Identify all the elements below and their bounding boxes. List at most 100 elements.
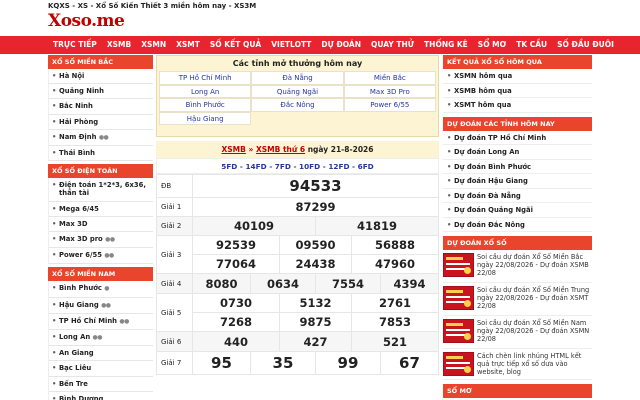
breadcrumb-weekday-link[interactable]: XSMB thứ 6 [256, 145, 305, 154]
nav-truc-tiep[interactable]: TRỰC TIẾP [48, 36, 102, 54]
prediction-link[interactable]: Dự đoán Hậu Giang [443, 174, 592, 189]
yesterday-xsmn-link[interactable]: XSMN hôm qua [443, 69, 592, 84]
news-item[interactable]: Soi cầu dự đoán Xổ Số Miền Nam ngày 22/0… [443, 316, 592, 349]
sidebar-item-bac-lieu[interactable]: Bạc Liêu [49, 361, 153, 377]
province-link[interactable]: TP Hồ Chí Minh [159, 71, 252, 85]
prize-number: 77064 [192, 254, 280, 274]
prize-number: 99 [314, 351, 381, 375]
news-title: Soi cầu dự đoán Xổ Số Miền Trung ngày 22… [477, 286, 590, 311]
table-row: Giải 7 95 35 99 67 [156, 351, 439, 375]
sidebar-item-label: Power 6/55 [59, 251, 102, 260]
prize-number: 7853 [350, 312, 439, 332]
sidebar-item-hai-phong[interactable]: Hải Phòng [49, 115, 153, 130]
prediction-link[interactable]: Dự đoán Đắc Nông [443, 218, 592, 232]
prize-number: 7554 [314, 273, 381, 294]
main-content: Các tỉnh mở thưởng hôm nay TP Hồ Chí Min… [156, 55, 439, 400]
lottery-prediction-heading[interactable]: DỰ ĐOÁN XỔ SỐ [443, 236, 592, 250]
yesterday-results-heading[interactable]: KẾT QUẢ XỔ SỐ HÔM QUA [443, 55, 592, 69]
sidebar-item-max3d[interactable]: Max 3D [49, 217, 153, 233]
province-link[interactable]: Long An [159, 84, 252, 98]
sidebar-item-ha-noi[interactable]: Hà Nội [49, 69, 153, 85]
prediction-link[interactable]: Dự đoán Đà Nẵng [443, 189, 592, 203]
prize-number: 40109 [192, 216, 316, 236]
province-link[interactable]: Đắc Nông [251, 98, 344, 112]
prize-number: 8080 [192, 273, 251, 294]
sidebar-item-ben-tre[interactable]: Bến Tre [49, 377, 153, 392]
province-link[interactable]: Power 6/55 [343, 98, 436, 112]
prize-number: 4394 [379, 273, 439, 294]
sidebar-item-binh-duong[interactable]: Bình Dương [49, 392, 153, 400]
prediction-link[interactable]: Dự đoán Quảng Ngãi [443, 203, 592, 218]
sidebar-item-max3d-pro[interactable]: Max 3D pro ●● [49, 232, 153, 249]
province-link[interactable]: Đà Nẵng [251, 71, 344, 85]
news-thumbnail-icon [443, 352, 474, 376]
prize-number: 0730 [192, 293, 280, 313]
sidebar-item-thai-binh[interactable]: Thái Bình [49, 146, 153, 162]
sidebar-heading-dien-toan[interactable]: XỔ SỐ ĐIỆN TOÁN [48, 164, 153, 179]
sidebar-item-mega[interactable]: Mega 6/45 [49, 202, 153, 217]
prediction-link[interactable]: Dự đoán Bình Phước [443, 160, 592, 174]
news-item[interactable]: Soi cầu dự đoán Xổ Số Miền Trung ngày 22… [443, 283, 592, 316]
prize-label: Giải 3 [156, 235, 193, 274]
site-logo[interactable]: Xoso.me [48, 11, 125, 31]
yesterday-xsmb-link[interactable]: XSMB hôm qua [443, 84, 592, 98]
sidebar-item-label: Hậu Giang [59, 300, 99, 309]
nav-so-mo[interactable]: SỔ MƠ [473, 36, 511, 54]
table-row: 77064 24438 47960 [157, 254, 439, 274]
special-prize-number: 94533 [192, 174, 439, 198]
dream-book-heading[interactable]: SỔ MƠ [443, 383, 592, 398]
sidebar-item-long-an[interactable]: Long An ●● [49, 330, 153, 347]
sidebar-heading-mien-bac[interactable]: XỔ SỐ MIỀN BẮC [48, 55, 153, 69]
news-thumbnail-icon [443, 253, 474, 277]
table-row: Giải 6 440 427 521 [156, 331, 439, 352]
prediction-link[interactable]: Dự đoán TP Hồ Chí Minh [443, 131, 592, 145]
prize-label: Giải 7 [156, 351, 193, 375]
sidebar-item-bac-ninh[interactable]: Bắc Ninh [49, 99, 153, 115]
nav-vietlott[interactable]: VIETLOTT [266, 36, 316, 54]
sidebar-item-nam-dinh[interactable]: Nam Định ●● [49, 130, 153, 147]
main-nav: TRỰC TIẾP XSMB XSMN XSMT SỐ KẾT QUẢ VIET… [0, 36, 640, 54]
prediction-heading[interactable]: DỰ ĐOÁN CÁC TỈNH HÔM NAY [443, 116, 592, 131]
sidebar-item-an-giang[interactable]: An Giang [49, 346, 153, 362]
province-link[interactable]: Quảng Ngãi [251, 84, 344, 98]
live-dots-icon: ●● [98, 133, 109, 141]
sidebar-item-label: Bình Phước [59, 284, 102, 293]
nav-xsmt[interactable]: XSMT [171, 36, 205, 54]
nav-du-doan[interactable]: DỰ ĐOÁN [316, 36, 366, 54]
prize-number: 41819 [314, 216, 439, 236]
nav-thong-ke[interactable]: THỐNG KÊ [419, 36, 473, 54]
province-link[interactable]: Hậu Giang [159, 111, 252, 125]
special-codes: 5FD - 14FD - 7FD - 10FD - 12FD - 6FD [156, 158, 439, 174]
sidebar-item-dien-toan-123[interactable]: Điện toán 1*2*3, 6x36, thần tài [49, 178, 153, 202]
news-item[interactable]: Soi cầu dự đoán Xổ Số Miền Bắc ngày 22/0… [443, 250, 592, 283]
province-link[interactable]: Miền Bắc [343, 71, 436, 85]
sidebar-item-binh-phuoc[interactable]: Bình Phước ● [49, 281, 153, 298]
news-title: Soi cầu dự đoán Xổ Số Miền Bắc ngày 22/0… [477, 253, 589, 278]
sidebar-item-quang-ninh[interactable]: Quảng Ninh [49, 84, 153, 100]
prediction-link[interactable]: Dự đoán Long An [443, 145, 592, 160]
nav-xsmb[interactable]: XSMB [102, 36, 136, 54]
table-row: Giải 4 8080 0634 7554 4394 [156, 273, 439, 294]
prize-number: 67 [379, 351, 439, 375]
news-item[interactable]: Cách chèn link nhúng HTML kết quả trực t… [443, 349, 592, 380]
sidebar-heading-mien-nam[interactable]: XỔ SỐ MIỀN NAM [48, 267, 153, 282]
sidebar-item-power[interactable]: Power 6/55 ●● [49, 248, 153, 265]
province-link[interactable]: Bình Phước [159, 98, 252, 112]
live-dots-icon: ●● [119, 317, 129, 325]
news-title: Cách chèn link nhúng HTML kết quả trực t… [477, 352, 582, 377]
prize-number: 7268 [192, 312, 280, 332]
province-link[interactable]: Max 3D Pro [343, 84, 436, 98]
prize-number: 2761 [350, 293, 439, 313]
nav-quay-thu[interactable]: QUAY THỬ [366, 36, 419, 54]
nav-so-ket-qua[interactable]: SỐ KẾT QUẢ [205, 36, 266, 54]
breadcrumb-xsmb-link[interactable]: XSMB [222, 145, 246, 154]
nav-xsmn[interactable]: XSMN [136, 36, 171, 54]
nav-tk-cau[interactable]: TK CẦU [511, 36, 552, 54]
yesterday-xsmt-link[interactable]: XSMT hôm qua [443, 98, 592, 113]
live-dots-icon: ●● [105, 236, 115, 244]
sidebar-item-tp-hcm[interactable]: TP Hồ Chí Minh ●● [49, 314, 153, 331]
prize-label: Giải 5 [156, 293, 193, 332]
sidebar-item-hau-giang[interactable]: Hậu Giang ●● [49, 298, 153, 314]
prize-number: 24438 [278, 254, 352, 274]
nav-so-dau-duoi[interactable]: SỐ ĐẦU ĐUÔI [552, 36, 619, 54]
